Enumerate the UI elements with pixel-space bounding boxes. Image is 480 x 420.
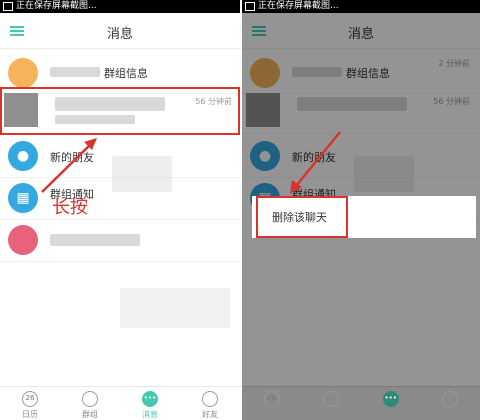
tab-calendar[interactable]: 26 日历 <box>242 387 302 420</box>
right-screenshot: 正在保存屏幕截图... 消息 群组信息 2 分钟前 56 分钟前 ● 新的朋友 … <box>242 0 480 420</box>
tab-label: 日历 <box>263 410 280 419</box>
tab-calendar[interactable]: 26 日历 <box>0 387 60 420</box>
arrow-icon <box>290 131 341 194</box>
message-icon: ••• <box>382 391 399 407</box>
tab-label: 消息 <box>142 410 158 419</box>
friend-icon <box>202 391 218 407</box>
tab-friends[interactable]: 好友 <box>421 387 480 420</box>
tab-label: 消息 <box>382 410 399 419</box>
group-icon <box>323 391 340 407</box>
tab-label: 日历 <box>22 410 38 419</box>
tab-label: 好友 <box>202 410 218 419</box>
tab-groups[interactable]: 群组 <box>302 387 362 420</box>
left-screenshot: 正在保存屏幕截图... 消息 群组信息 56 分钟前 ● 新的朋友 ▦ 群组通知… <box>0 0 240 420</box>
group-icon <box>82 391 98 407</box>
tab-bar: 26 日历 群组 ••• 消息 好友 <box>242 386 480 420</box>
calendar-icon: 26 <box>263 391 280 407</box>
tab-bar: 26 日历 群组 ••• 消息 好友 <box>0 386 240 420</box>
tab-label: 好友 <box>442 410 459 419</box>
calendar-icon: 26 <box>22 391 38 407</box>
tab-messages[interactable]: ••• 消息 <box>361 387 421 420</box>
arrow-icon <box>41 138 97 193</box>
friend-icon <box>442 391 459 407</box>
tab-messages[interactable]: ••• 消息 <box>120 387 180 420</box>
message-icon: ••• <box>142 391 158 407</box>
tab-groups[interactable]: 群组 <box>60 387 120 420</box>
tab-label: 群组 <box>323 410 340 419</box>
tab-label: 群组 <box>82 410 98 419</box>
tab-friends[interactable]: 好友 <box>180 387 240 420</box>
